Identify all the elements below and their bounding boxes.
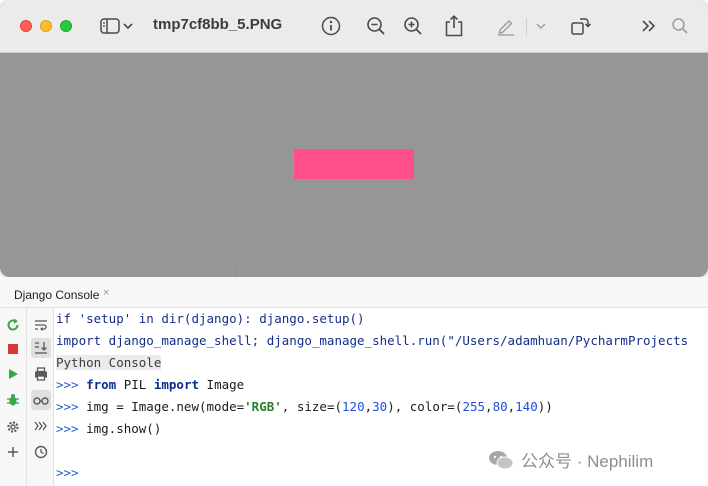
stop-icon[interactable] [3, 339, 23, 359]
prompt: >>> [56, 399, 79, 414]
prompt: >>> [56, 421, 79, 436]
prompt: >>> [56, 377, 79, 392]
number-literal: 80 [492, 399, 508, 414]
code-text: import django_manage_shell; django_manag… [56, 333, 689, 348]
image-canvas [0, 53, 708, 277]
console-line: import django_manage_shell; django_manag… [56, 333, 688, 348]
soft-wrap-icon[interactable] [31, 315, 51, 335]
add-icon[interactable] [3, 442, 23, 462]
history-clock-icon[interactable] [31, 442, 51, 462]
more-icon[interactable] [637, 14, 661, 38]
preview-window: tmp7cf8bb_5.PNG [0, 0, 708, 277]
string-literal: 'RGB' [244, 399, 282, 414]
scroll-to-end-icon[interactable] [31, 338, 51, 358]
toolbar-divider [526, 18, 527, 36]
close-icon[interactable]: × [103, 287, 109, 299]
code-text: , size=( [281, 399, 343, 414]
watermark: 公众号 · Nephilim [488, 447, 653, 472]
search-icon[interactable] [668, 14, 692, 38]
watermark-text: 公众号 · Nephilim [521, 452, 654, 471]
share-icon[interactable] [442, 14, 466, 38]
console-input-line[interactable]: >>> [56, 465, 79, 480]
console-line: >>> img = Image.new(mode='RGB', size=(12… [56, 399, 553, 414]
chevron-down-icon[interactable] [534, 14, 548, 38]
command-queue-icon[interactable] [31, 416, 51, 436]
number-literal: 140 [515, 399, 538, 414]
number-literal: 120 [342, 399, 365, 414]
close-window-button[interactable] [20, 20, 32, 32]
console-line: Python Console [56, 355, 162, 370]
console-toolbar [0, 308, 54, 486]
gutter-divider [26, 308, 27, 486]
sidebar-icon[interactable] [98, 14, 122, 38]
code-text: img.show() [78, 421, 162, 436]
minimize-window-button[interactable] [40, 20, 52, 32]
code-text: )) [537, 399, 553, 414]
code-text: if 'setup' in dir(django): django.setup(… [56, 311, 365, 326]
markup-pen-icon[interactable] [494, 14, 518, 38]
tab-django-console[interactable]: Django Console [14, 288, 99, 302]
rendered-image [294, 149, 414, 179]
console-line: >>> img.show() [56, 421, 161, 436]
wechat-icon [489, 450, 514, 469]
zoom-out-icon[interactable] [364, 14, 388, 38]
rotate-icon[interactable] [569, 14, 593, 38]
info-icon[interactable] [319, 14, 343, 38]
debug-icon[interactable] [3, 390, 23, 410]
chevron-down-icon[interactable] [121, 14, 135, 38]
code-text: ), color=( [387, 399, 463, 414]
settings-gear-icon[interactable] [3, 417, 23, 437]
show-variables-glasses-icon[interactable] [31, 390, 51, 410]
console-line: >>> from PIL import Image [56, 377, 244, 392]
canvas-seam [235, 269, 236, 277]
prompt: >>> [56, 465, 79, 480]
code-text: PIL [116, 377, 154, 392]
keyword: import [153, 377, 200, 392]
print-icon[interactable] [31, 364, 51, 384]
python-console-label: Python Console [56, 355, 162, 370]
window-title: tmp7cf8bb_5.PNG [153, 16, 283, 33]
console-line: if 'setup' in dir(django): django.setup(… [56, 311, 365, 326]
zoom-in-icon[interactable] [401, 14, 425, 38]
run-icon[interactable] [3, 364, 23, 384]
title-bar: tmp7cf8bb_5.PNG [0, 0, 708, 53]
console-tab-bar: Django Console × [0, 277, 708, 308]
code-text: img = Image.new(mode= [78, 399, 245, 414]
zoom-window-button[interactable] [60, 20, 72, 32]
rerun-icon[interactable] [3, 315, 23, 335]
keyword: from [86, 377, 117, 392]
code-text: Image [199, 377, 245, 392]
code-text: , [364, 399, 373, 414]
number-literal: 255 [462, 399, 486, 414]
number-literal: 30 [372, 399, 388, 414]
code-text: , [485, 399, 493, 414]
